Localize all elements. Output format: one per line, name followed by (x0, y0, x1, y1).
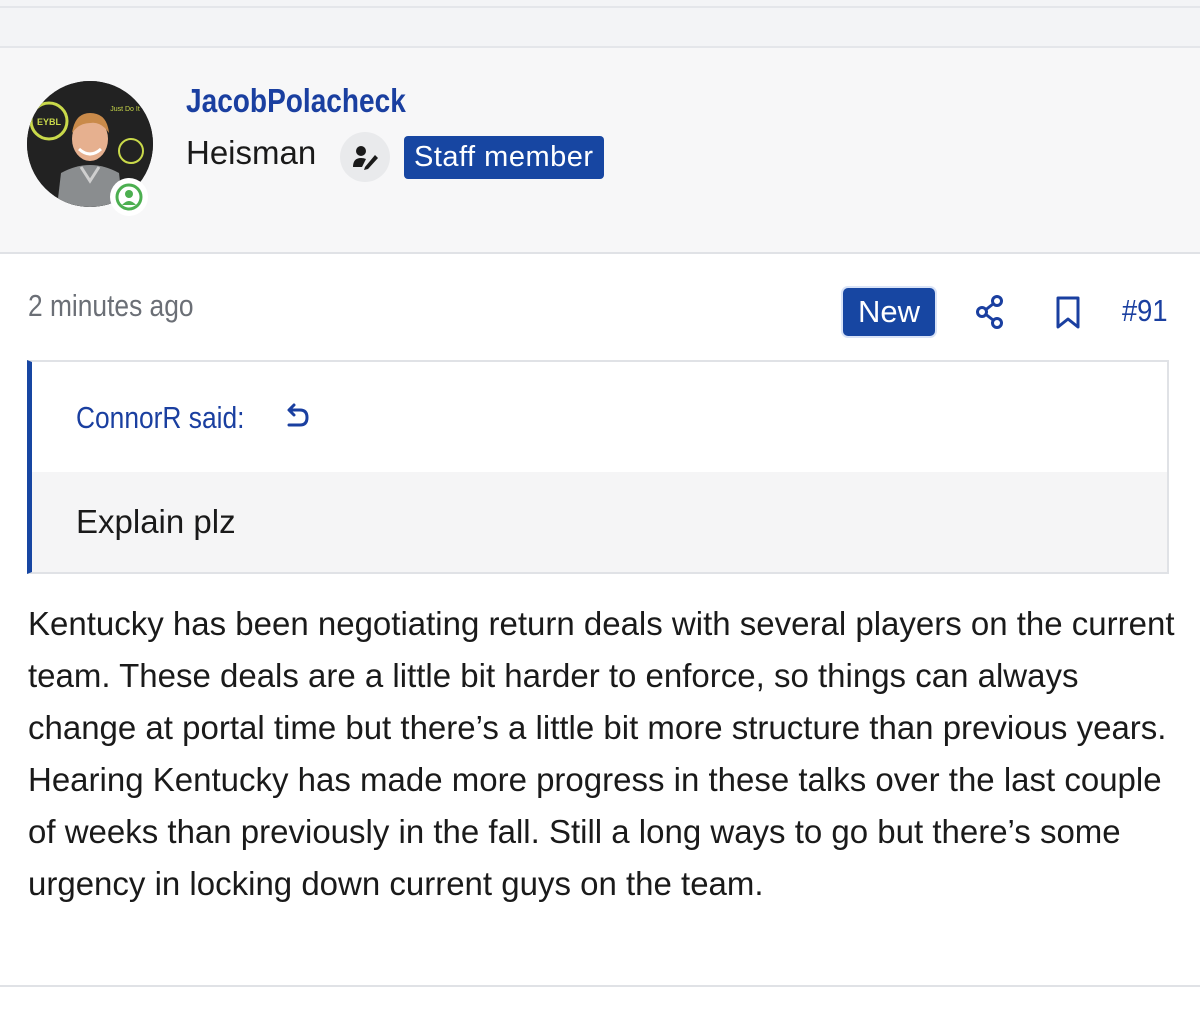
svg-text:Just Do It: Just Do It (110, 106, 140, 113)
post-number-link[interactable]: #91 (1122, 293, 1168, 329)
new-post-badge: New (843, 288, 935, 336)
bottom-divider (0, 985, 1200, 987)
quote-body: Explain plz (32, 472, 1167, 572)
jump-to-quote-icon[interactable] (282, 402, 312, 432)
bookmark-icon[interactable] (1048, 292, 1088, 332)
quote-header: ConnorR said: (32, 362, 1167, 472)
user-title: Heisman (186, 134, 317, 171)
quote-author-link[interactable]: ConnorR said: (76, 400, 244, 436)
quote-text: Explain plz (76, 503, 236, 540)
top-separator (0, 0, 1200, 48)
post-timestamp[interactable]: 2 minutes ago (28, 288, 194, 324)
user-edit-icon (340, 132, 390, 182)
svg-text:EYBL: EYBL (37, 117, 62, 127)
quote-block: ConnorR said: Explain plz (27, 360, 1169, 574)
share-icon[interactable] (970, 292, 1010, 332)
online-status-icon (110, 178, 148, 216)
post-message: Kentucky has been negotiating return dea… (28, 605, 1175, 902)
post-user-header: EYBL Just Do It JacobPolacheck Heisman S… (0, 48, 1200, 254)
username-link[interactable]: JacobPolacheck (186, 82, 406, 120)
staff-member-badge: Staff member (404, 136, 604, 179)
